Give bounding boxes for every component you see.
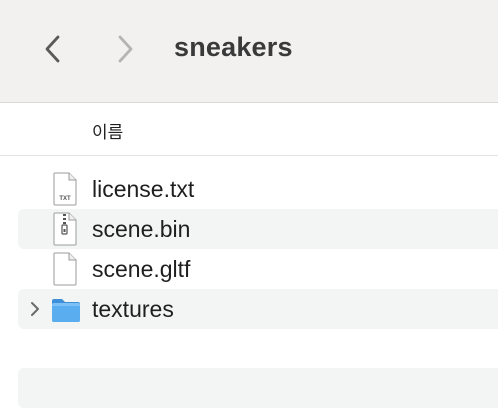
column-header-name[interactable]: 이름	[92, 118, 123, 143]
folder-icon	[52, 299, 80, 322]
forward-button[interactable]	[108, 30, 142, 68]
txt-badge: TXT	[59, 196, 71, 202]
list-item-scene-gltf[interactable]: scene.gltf	[18, 249, 498, 289]
window-title: sneakers	[174, 32, 293, 62]
blank-file-icon	[53, 252, 77, 286]
chevron-left-icon	[45, 35, 60, 63]
file-name: scene.bin	[92, 216, 191, 242]
text-file-icon: TXT	[53, 172, 77, 206]
list-item-scene-bin[interactable]: scene.bin	[18, 209, 498, 249]
back-button[interactable]	[36, 30, 70, 68]
disclosure-triangle-icon[interactable]	[28, 301, 42, 317]
column-header-row: 이름	[0, 103, 498, 156]
empty-row-stripe	[18, 368, 498, 408]
file-name: scene.gltf	[92, 256, 191, 282]
file-name: license.txt	[92, 176, 195, 202]
toolbar: sneakers	[0, 0, 498, 103]
chevron-right-icon	[118, 35, 133, 63]
finder-window: sneakers 이름 TXT license.txt scene.bin sc…	[0, 0, 498, 412]
list-item-textures[interactable]: textures	[18, 289, 498, 329]
file-list: TXT license.txt scene.bin scene.gltf tex…	[0, 169, 498, 329]
list-item-license-txt[interactable]: TXT license.txt	[18, 169, 498, 209]
archive-file-icon	[53, 212, 77, 246]
file-name: textures	[92, 296, 174, 322]
